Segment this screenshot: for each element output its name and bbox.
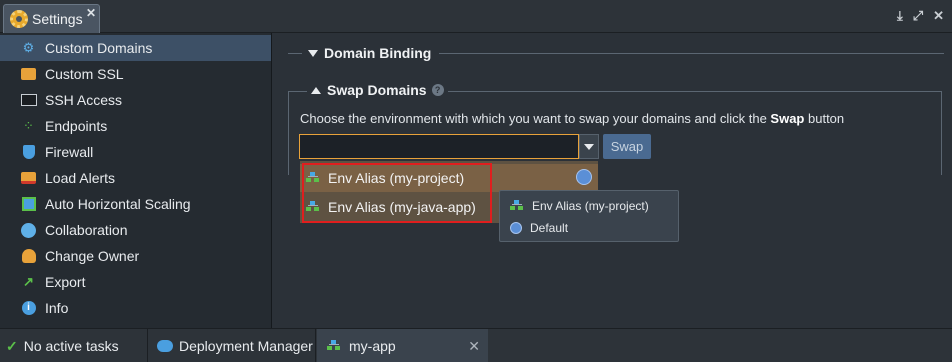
globe-icon (510, 222, 522, 234)
sidebar-item-ssh-access[interactable]: SSH Access (0, 87, 271, 113)
description-text-end: button (804, 111, 845, 126)
sidebar-item-custom-domains[interactable]: ⚙ Custom Domains (0, 35, 271, 61)
window-controls: ⤓ ⤢ ✕ (897, 8, 944, 24)
info-icon: i (20, 300, 37, 317)
sidebar-item-firewall[interactable]: Firewall (0, 139, 271, 165)
sidebar-item-label: Change Owner (45, 248, 140, 264)
description-text: Choose the environment with which you wa… (300, 111, 771, 126)
environment-combo-input[interactable] (299, 134, 579, 159)
sidebar-item-auto-horizontal-scaling[interactable]: Auto Horizontal Scaling (0, 191, 271, 217)
owner-icon (20, 248, 37, 265)
env-icon (327, 340, 341, 352)
sidebar-item-label: Export (45, 274, 86, 290)
sidebar-item-custom-ssl[interactable]: Custom SSL (0, 61, 271, 87)
sidebar-item-export[interactable]: ↗ Export (0, 269, 271, 295)
shield-icon (20, 144, 37, 161)
divider (288, 52, 302, 54)
sidebar-item-label: Load Alerts (45, 170, 116, 186)
globe-icon (576, 169, 592, 185)
tooltip-item-env-alias: Env Alias (my-project) (510, 197, 649, 215)
help-icon[interactable]: ? (431, 84, 444, 96)
close-icon[interactable]: ✕ (468, 338, 480, 355)
sidebar-item-label: Endpoints (45, 118, 108, 134)
tab-my-app[interactable]: my-app ✕ (317, 329, 488, 362)
tasks-status[interactable]: ✓ No active tasks (0, 329, 148, 362)
terminal-icon (20, 92, 37, 109)
sidebar-item-label: Info (45, 300, 69, 316)
scaling-icon (20, 196, 37, 213)
highlight-box (302, 163, 492, 223)
sidebar-item-label: Firewall (45, 144, 94, 160)
close-tab-icon[interactable]: ✕ (86, 6, 96, 20)
env-icon (510, 200, 524, 212)
gear-icon (10, 10, 28, 28)
domain-binding-title: Domain Binding (324, 45, 432, 61)
swap-description: Choose the environment with which you wa… (300, 111, 844, 126)
domains-icon: ⚙ (22, 40, 35, 55)
sidebar-item-collaboration[interactable]: Collaboration (0, 217, 271, 243)
cloud-upload-icon (157, 340, 173, 352)
main-panel: Domain Binding Swap Domains ? Choose the… (278, 33, 952, 328)
tab-settings[interactable]: Settings ✕ (3, 4, 100, 33)
tooltip-item-label: Env Alias (my-project) (532, 199, 649, 213)
endpoints-icon: ⁘ (23, 118, 34, 133)
divider (439, 52, 944, 54)
sidebar-item-label: Custom Domains (45, 40, 153, 56)
download-icon[interactable]: ⤓ (897, 8, 903, 24)
sidebar-item-info[interactable]: i Info (0, 295, 271, 321)
tab-settings-label: Settings (32, 11, 83, 27)
deployment-manager-label: Deployment Manager (179, 338, 313, 354)
export-icon: ↗ (23, 274, 34, 289)
sidebar-item-label: Collaboration (45, 222, 128, 238)
swap-domains-title: Swap Domains (327, 82, 427, 98)
sidebar-item-change-owner[interactable]: Change Owner (0, 243, 271, 269)
alert-icon (20, 170, 37, 187)
swap-button[interactable]: Swap (603, 134, 651, 159)
sidebar-item-label: Custom SSL (45, 66, 124, 82)
check-icon: ✓ (6, 337, 18, 354)
tab-deployment-manager[interactable]: Deployment Manager (149, 329, 316, 362)
expand-arrow-icon (311, 86, 321, 94)
app-tab-label: my-app (349, 338, 396, 354)
tasks-label: No active tasks (23, 338, 119, 354)
sidebar-item-label: SSH Access (45, 92, 123, 108)
bottom-bar: ✓ No active tasks Deployment Manager my-… (0, 328, 952, 362)
sidebar-item-endpoints[interactable]: ⁘ Endpoints (0, 113, 271, 139)
combo-dropdown-button[interactable] (579, 134, 599, 159)
alias-tooltip: Env Alias (my-project) Default (499, 190, 679, 242)
top-tab-bar: Settings ✕ ⤓ ⤢ ✕ (0, 0, 952, 33)
tooltip-item-label: Default (530, 221, 569, 235)
collapse-arrow-icon (308, 49, 318, 57)
sidebar-item-load-alerts[interactable]: Load Alerts (0, 165, 271, 191)
expand-icon[interactable]: ⤢ (913, 8, 923, 24)
swap-domains-header[interactable]: Swap Domains ? (307, 82, 448, 98)
close-icon[interactable]: ✕ (933, 8, 944, 24)
sidebar-item-label: Auto Horizontal Scaling (45, 196, 191, 212)
handshake-icon (20, 222, 37, 239)
sidebar: ⚙ Custom Domains Custom SSL SSH Access ⁘… (0, 33, 272, 328)
chevron-down-icon (584, 143, 594, 150)
tooltip-item-default: Default (510, 219, 568, 237)
description-bold: Swap (770, 111, 805, 126)
ssl-icon (20, 66, 37, 83)
domain-binding-header[interactable]: Domain Binding (288, 45, 944, 61)
